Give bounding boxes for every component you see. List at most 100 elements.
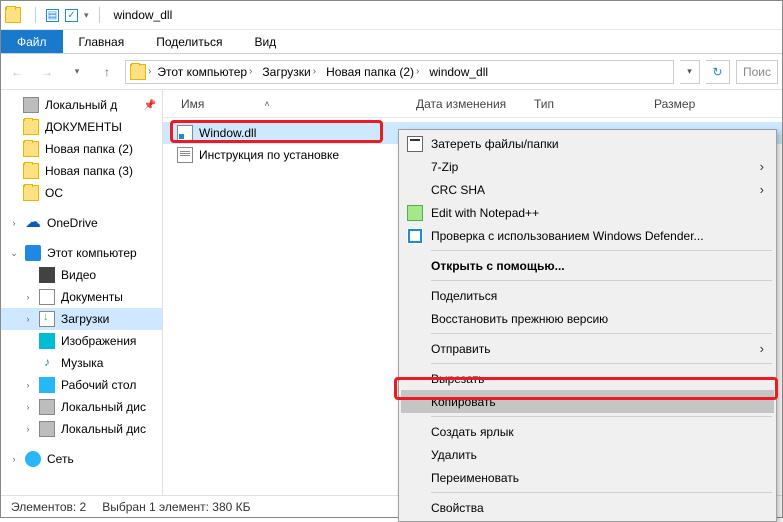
tree-onedrive[interactable]: ›☁OneDrive xyxy=(1,212,162,234)
tree-documents[interactable]: ›Документы xyxy=(1,286,162,308)
tab-home[interactable]: Главная xyxy=(63,30,141,53)
pin-icon: 📌 xyxy=(144,100,156,111)
window-title: window_dll xyxy=(114,8,173,22)
ctx-delete[interactable]: Удалить xyxy=(401,443,774,466)
ctx-copy[interactable]: Копировать xyxy=(401,390,774,413)
col-size[interactable]: Размер xyxy=(654,97,782,111)
drive-icon xyxy=(39,421,55,437)
up-button[interactable]: ↑ xyxy=(95,60,119,84)
notepadpp-icon xyxy=(407,205,423,221)
downloads-icon xyxy=(39,311,55,327)
refresh-button[interactable]: ↻ xyxy=(706,60,730,84)
folder-icon xyxy=(5,7,21,23)
chevron-right-icon[interactable]: › xyxy=(148,66,151,77)
tree-item[interactable]: Новая папка (2) xyxy=(1,138,162,160)
column-headers: Имя˄ Дата изменения Тип Размер xyxy=(163,90,782,118)
nav-tree[interactable]: Локальный д📌 ДОКУМЕНТЫ Новая папка (2) Н… xyxy=(1,90,163,495)
tree-item[interactable]: Новая папка (3) xyxy=(1,160,162,182)
ctx-cut[interactable]: Вырезать xyxy=(401,367,774,390)
tree-network[interactable]: ›Сеть xyxy=(1,448,162,470)
forward-button[interactable]: → xyxy=(35,60,59,84)
crumb-pc[interactable]: Этот компьютер› xyxy=(153,65,256,79)
status-selection: Выбран 1 элемент: 380 КБ xyxy=(102,500,250,514)
tree-downloads[interactable]: ›Загрузки xyxy=(1,308,162,330)
ctx-properties[interactable]: Свойства xyxy=(401,496,774,519)
chevron-right-icon: › xyxy=(760,341,764,356)
onedrive-icon: ☁ xyxy=(25,215,41,231)
folder-icon xyxy=(23,163,39,179)
tree-drive-d[interactable]: ›Локальный дис xyxy=(1,418,162,440)
ctx-defender[interactable]: Проверка с использованием Windows Defend… xyxy=(401,224,774,247)
text-file-icon xyxy=(177,147,193,163)
separator xyxy=(431,416,772,417)
video-icon xyxy=(39,267,55,283)
tree-videos[interactable]: Видео xyxy=(1,264,162,286)
ctx-create-shortcut[interactable]: Создать ярлык xyxy=(401,420,774,443)
folder-icon xyxy=(23,185,39,201)
tree-drive-c[interactable]: ›Локальный дис xyxy=(1,396,162,418)
ctx-7zip[interactable]: 7-Zip› xyxy=(401,155,774,178)
status-item-count: Элементов: 2 xyxy=(11,500,86,514)
separator xyxy=(431,333,772,334)
tree-item[interactable]: ОС xyxy=(1,182,162,204)
drive-icon xyxy=(23,97,39,113)
chevron-right-icon[interactable]: › xyxy=(9,218,19,228)
qat-properties-icon[interactable]: ▤ xyxy=(46,9,59,22)
defender-icon xyxy=(407,228,423,244)
qat-dropdown-icon[interactable]: ▾ xyxy=(84,10,89,21)
tree-images[interactable]: Изображения xyxy=(1,330,162,352)
ctx-send-to[interactable]: Отправить› xyxy=(401,337,774,360)
images-icon xyxy=(39,333,55,349)
separator xyxy=(431,250,772,251)
tree-item[interactable]: ДОКУМЕНТЫ xyxy=(1,116,162,138)
address-bar: ← → ▾ ↑ › Этот компьютер› Загрузки› Нова… xyxy=(1,54,782,90)
ctx-open-with[interactable]: Открыть с помощью... xyxy=(401,254,774,277)
quick-access-toolbar: ▤ ✓ ▾ xyxy=(5,7,104,23)
tab-view[interactable]: Вид xyxy=(238,30,292,53)
col-type[interactable]: Тип xyxy=(534,97,654,111)
ctx-notepadpp[interactable]: Edit with Notepad++ xyxy=(401,201,774,224)
title-bar: ▤ ✓ ▾ window_dll xyxy=(1,1,782,30)
crumb-windowdll[interactable]: window_dll xyxy=(425,65,492,79)
tab-file[interactable]: Файл xyxy=(1,30,63,53)
address-history-dropdown[interactable]: ▾ xyxy=(680,60,700,84)
breadcrumb[interactable]: › Этот компьютер› Загрузки› Новая папка … xyxy=(125,60,674,84)
chevron-down-icon[interactable]: ⌄ xyxy=(9,248,19,259)
separator xyxy=(35,7,36,23)
network-icon xyxy=(25,451,41,467)
col-date[interactable]: Дата изменения xyxy=(416,97,534,111)
tree-desktop[interactable]: ›Рабочий стол xyxy=(1,374,162,396)
drive-icon xyxy=(39,399,55,415)
ctx-rename[interactable]: Переименовать xyxy=(401,466,774,489)
sort-asc-icon: ˄ xyxy=(264,99,269,109)
col-name[interactable]: Имя˄ xyxy=(163,97,416,111)
file-name: Инструкция по установке xyxy=(199,148,339,162)
separator xyxy=(99,7,100,23)
recent-dropdown[interactable]: ▾ xyxy=(65,60,89,84)
desktop-icon xyxy=(39,377,55,393)
chevron-right-icon: › xyxy=(760,159,764,174)
folder-icon xyxy=(130,64,146,80)
tab-share[interactable]: Поделиться xyxy=(140,30,238,53)
ctx-shred[interactable]: Затереть файлы/папки xyxy=(401,132,774,155)
tree-quick-item[interactable]: Локальный д📌 xyxy=(1,94,162,116)
ctx-share[interactable]: Поделиться xyxy=(401,284,774,307)
separator xyxy=(431,363,772,364)
context-menu: Затереть файлы/папки 7-Zip› CRC SHA› Edi… xyxy=(398,129,777,522)
crumb-downloads[interactable]: Загрузки› xyxy=(258,65,320,79)
music-icon: ♪ xyxy=(39,355,55,371)
ctx-restore[interactable]: Восстановить прежнюю версию xyxy=(401,307,774,330)
qat-checkbox-icon[interactable]: ✓ xyxy=(65,9,78,22)
separator xyxy=(431,492,772,493)
shred-icon xyxy=(407,136,423,152)
ctx-crc[interactable]: CRC SHA› xyxy=(401,178,774,201)
tree-music[interactable]: ♪Музыка xyxy=(1,352,162,374)
file-name: Window.dll xyxy=(199,126,256,140)
tree-this-pc[interactable]: ⌄Этот компьютер xyxy=(1,242,162,264)
ribbon-tabs: Файл Главная Поделиться Вид xyxy=(1,30,782,54)
crumb-folder2[interactable]: Новая папка (2)› xyxy=(322,65,423,79)
separator xyxy=(431,280,772,281)
search-input[interactable]: Поис xyxy=(736,60,778,84)
chevron-right-icon: › xyxy=(760,182,764,197)
back-button[interactable]: ← xyxy=(5,60,29,84)
